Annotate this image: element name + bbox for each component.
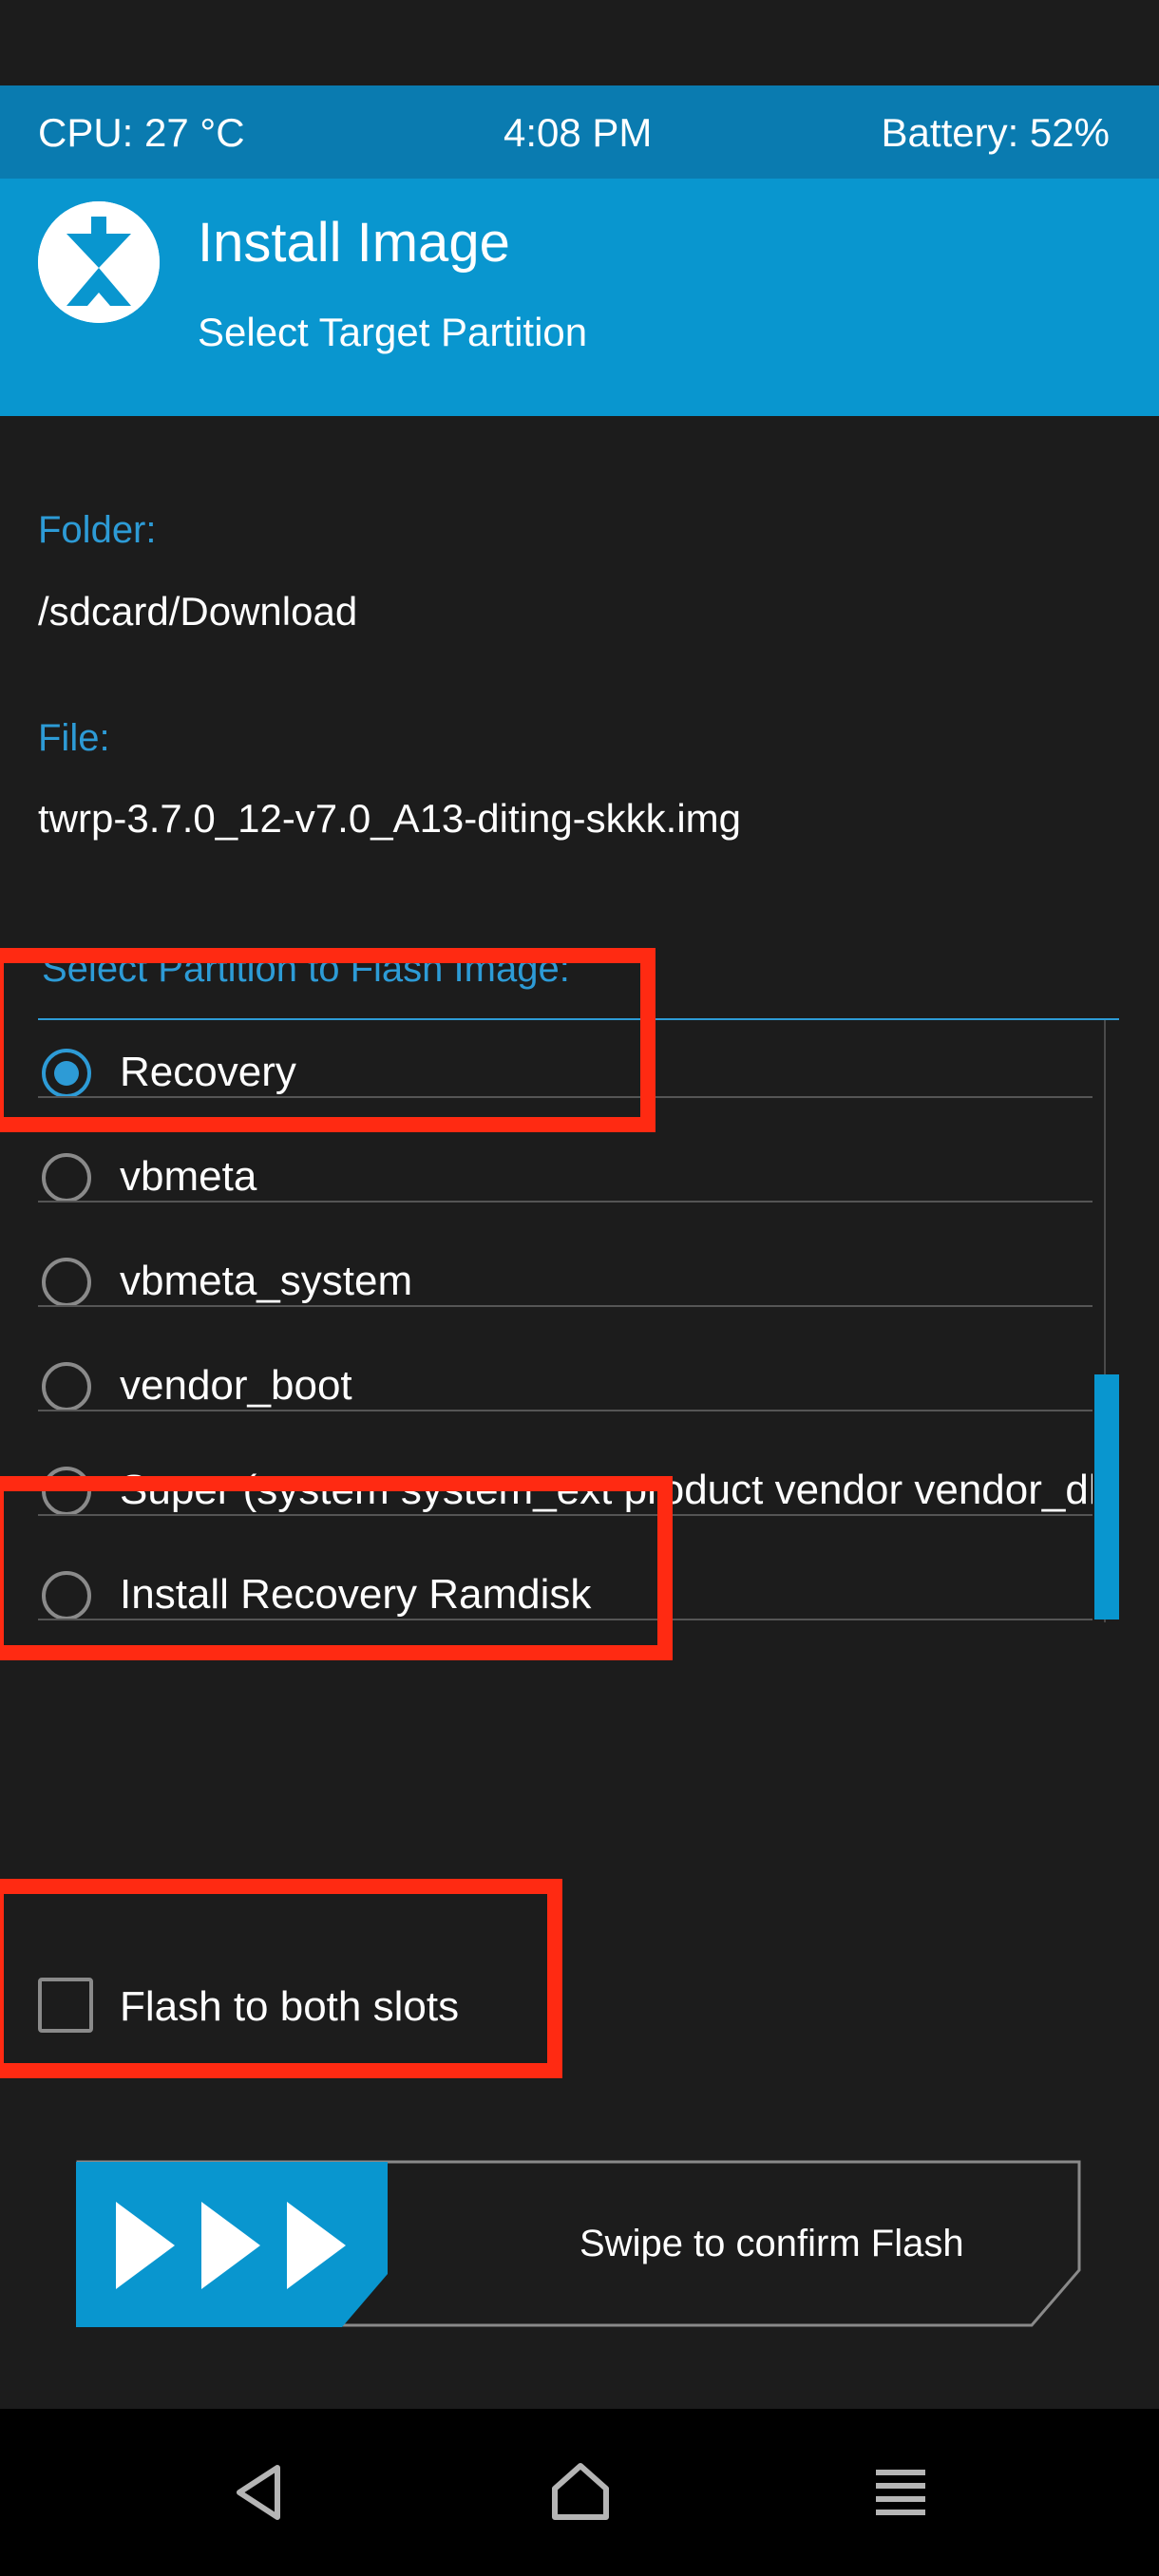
- divider: [38, 1201, 1092, 1203]
- cpu-temperature: CPU: 27 °C: [38, 110, 245, 155]
- folder-path: /sdcard/Download: [38, 589, 358, 634]
- swipe-handle[interactable]: [76, 2162, 388, 2327]
- highlight-box: [0, 1476, 673, 1660]
- twrp-logo-icon: [38, 201, 160, 323]
- folder-label: Folder:: [38, 509, 157, 551]
- back-icon[interactable]: [230, 2462, 291, 2523]
- battery-level: Battery: 52%: [881, 110, 1110, 155]
- partition-label: vbmeta_system: [120, 1258, 413, 1304]
- highlight-box: [0, 1879, 562, 2078]
- file-label: File:: [38, 717, 110, 759]
- menu-icon[interactable]: [872, 2466, 929, 2519]
- scrollbar-thumb[interactable]: [1094, 1374, 1119, 1619]
- status-bar: CPU: 27 °C 4:08 PM Battery: 52%: [0, 85, 1159, 179]
- radio-icon[interactable]: [42, 1153, 91, 1203]
- file-name: twrp-3.7.0_12-v7.0_A13-diting-skkk.img: [38, 796, 742, 841]
- home-icon[interactable]: [549, 2460, 612, 2523]
- partition-item-vbmeta-system[interactable]: vbmeta_system: [0, 1229, 1092, 1332]
- page-subtitle: Select Target Partition: [198, 310, 588, 354]
- clock: 4:08 PM: [504, 110, 653, 155]
- partition-item-vbmeta[interactable]: vbmeta: [0, 1125, 1092, 1227]
- divider: [38, 1410, 1092, 1411]
- header: [0, 179, 1159, 416]
- page-title: Install Image: [198, 212, 510, 274]
- radio-icon[interactable]: [42, 1258, 91, 1307]
- divider: [38, 1305, 1092, 1307]
- radio-icon[interactable]: [42, 1362, 91, 1411]
- swipe-label: Swipe to confirm Flash: [580, 2223, 964, 2264]
- highlight-box: [0, 948, 656, 1132]
- partition-label: vbmeta: [120, 1153, 257, 1200]
- partition-item-vendor-boot[interactable]: vendor_boot: [0, 1334, 1092, 1436]
- partition-label: vendor_boot: [120, 1362, 352, 1409]
